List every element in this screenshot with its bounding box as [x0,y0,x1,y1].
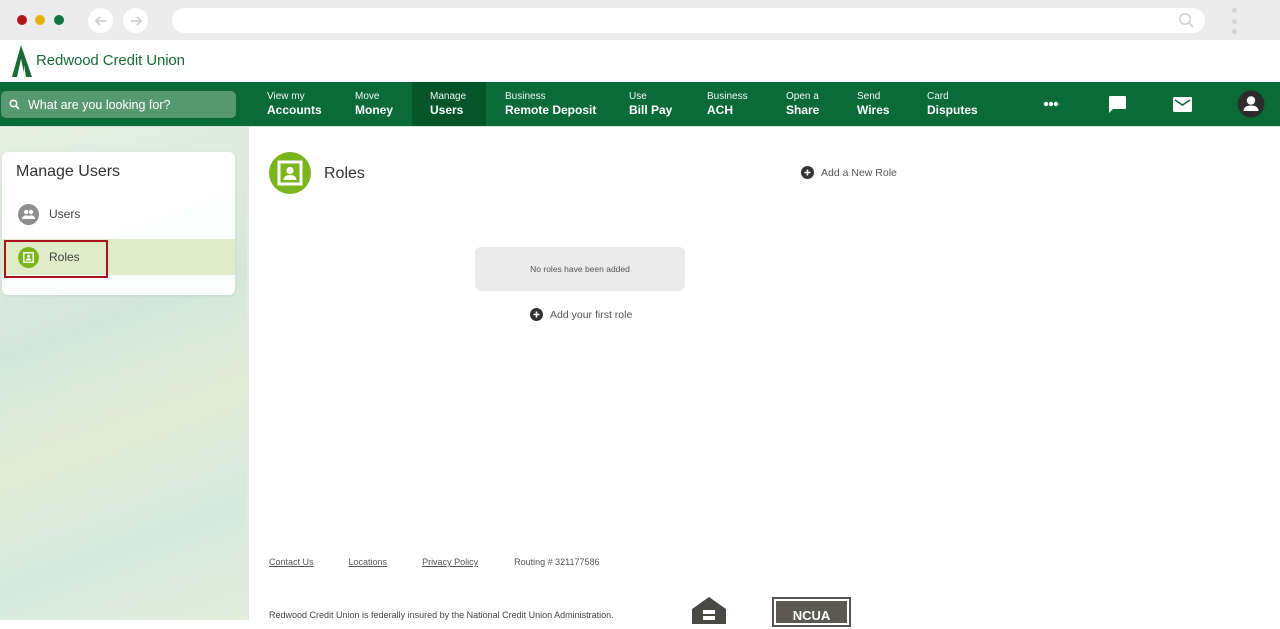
equal-housing-icon [690,596,728,629]
nav-label-big: Users [430,103,464,117]
contact-us-link[interactable]: Contact Us [269,557,314,567]
locations-link[interactable]: Locations [349,557,388,567]
users-icon [18,203,39,225]
ncua-logo: NCUA [772,597,851,627]
add-first-role-label: Add your first role [550,308,633,321]
add-new-role-button[interactable]: Add a New Role [801,166,897,179]
arrow-right-icon [130,15,142,26]
chat-icon [1109,95,1126,113]
nav-label-small: View my [267,91,305,102]
nav-label-big: Wires [857,103,890,117]
maximize-window-button[interactable] [54,15,64,25]
nav-label-small: Manage [430,91,467,102]
nav-label-small: Open a [786,91,819,102]
plus-circle-icon [801,166,814,179]
nav-label-big: Remote Deposit [505,103,597,117]
redwood-tree-icon [12,45,32,77]
nav-label-big: Bill Pay [629,103,673,117]
main-navigation: What are you looking for? View my Accoun… [0,82,1280,127]
nav-view-accounts[interactable]: View my Accounts [249,82,340,126]
routing-number: Routing # 321177586 [514,557,600,567]
sidebar-divider [247,127,249,620]
mail-icon [1172,96,1192,112]
browser-menu-icon[interactable] [1230,8,1238,34]
nav-label-big: ACH [707,103,733,117]
add-first-role-button[interactable]: Add your first role [530,308,632,321]
more-button[interactable] [1031,82,1071,126]
brand-name: Redwood Credit Union [36,52,185,69]
nav-open-share[interactable]: Open a Share [768,82,837,126]
insured-statement: Redwood Credit Union is federally insure… [269,610,614,620]
nav-label-small: Move [355,91,380,102]
sidebar-title: Manage Users [16,163,121,180]
footer-links: Contact Us Locations Privacy Policy Rout… [269,557,600,567]
nav-label-small: Business [707,91,748,102]
chat-button[interactable] [1097,82,1137,126]
nav-label-small: Business [505,91,546,102]
highlight-annotation [4,240,108,278]
browser-back-button[interactable] [88,8,113,33]
sidebar: Manage Users Users Roles [0,127,247,620]
empty-state-message: No roles have been added [475,247,685,291]
nav-label-big: Disputes [927,103,978,117]
address-bar[interactable] [172,8,1205,33]
empty-state-text: No roles have been added [530,264,630,274]
sidebar-item-label: Users [49,207,81,221]
mail-button[interactable] [1162,82,1202,126]
nav-bill-pay[interactable]: Use Bill Pay [611,82,690,126]
add-new-role-label: Add a New Role [821,166,897,179]
role-badge-icon [269,152,311,194]
page-title: Roles [324,165,365,182]
nav-business-ach[interactable]: Business ACH [689,82,766,126]
nav-label-big: Accounts [267,103,322,117]
more-icon [1043,101,1059,107]
profile-icon [1237,90,1265,118]
nav-send-wires[interactable]: Send Wires [839,82,908,126]
nav-label-big: Share [786,103,820,117]
logo-bar: Redwood Credit Union [0,40,1280,82]
close-window-button[interactable] [17,15,27,25]
plus-circle-icon [530,308,543,321]
search-placeholder: What are you looking for? [28,97,171,112]
nav-label-small: Use [629,91,647,102]
sidebar-item-users[interactable]: Users [2,196,235,232]
browser-forward-button[interactable] [123,8,148,33]
nav-move-money[interactable]: Move Money [337,82,411,126]
profile-button[interactable] [1231,82,1271,126]
search-input[interactable]: What are you looking for? [1,91,236,118]
nav-remote-deposit[interactable]: Business Remote Deposit [487,82,614,126]
nav-label-big: Money [355,103,394,117]
nav-card-disputes[interactable]: Card Disputes [909,82,996,126]
privacy-policy-link[interactable]: Privacy Policy [422,557,478,567]
nav-label-small: Send [857,91,881,102]
nav-label-small: Card [927,91,949,102]
search-icon [9,99,20,110]
nav-manage-users[interactable]: Manage Users [412,82,486,126]
arrow-left-icon [94,15,106,26]
browser-chrome [0,0,1280,40]
brand-logo[interactable]: Redwood Credit Union [12,45,185,77]
minimize-window-button[interactable] [35,15,45,25]
search-icon [1178,12,1195,34]
